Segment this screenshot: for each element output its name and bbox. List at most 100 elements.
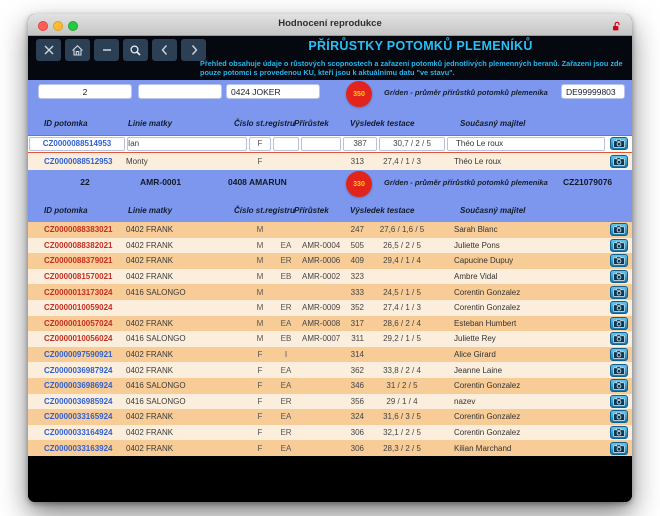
close-icon[interactable]	[36, 39, 61, 61]
minimize-icon[interactable]	[94, 39, 119, 61]
camera-button[interactable]	[610, 410, 628, 423]
offspring-count-field[interactable]: 2	[38, 84, 132, 99]
camera-icon	[613, 300, 625, 315]
offspring-row[interactable]: CZ0000088514953IanF 38730,7 / 2 / 5Théo L…	[28, 135, 632, 153]
offspring-row[interactable]: CZ00000369879240402 FRANKFEA36233,8 / 2 …	[28, 362, 632, 378]
camera-button[interactable]	[610, 395, 628, 408]
test-result-cell[interactable]: 30,7 / 2 / 5	[379, 137, 445, 151]
grade-cell: ER	[272, 428, 300, 437]
registry-number-cell: AMR-0008	[300, 319, 342, 328]
dam-line-cell: 0402 FRANK	[126, 225, 248, 234]
herd-id-field[interactable]: DE99999803	[561, 84, 625, 99]
camera-button[interactable]	[610, 348, 628, 361]
grade-cell[interactable]	[273, 137, 299, 151]
offspring-row[interactable]: CZ00000331649240402 FRANKFER30632,1 / 2 …	[28, 425, 632, 441]
camera-button[interactable]	[610, 239, 628, 252]
grade-cell: EA	[272, 241, 300, 250]
offspring-row[interactable]: CZ00000331639240402 FRANKFEA30628,3 / 2 …	[28, 440, 632, 456]
offspring-row[interactable]: CZ00000369869240416 SALONGOFEA34631 / 2 …	[28, 378, 632, 394]
home-icon[interactable]	[65, 39, 90, 61]
camera-button[interactable]	[610, 442, 628, 455]
offspring-id[interactable]: CZ0000088512953	[28, 157, 126, 166]
offspring-row[interactable]: CZ00000883820210402 FRANKMEAAMR-00045052…	[28, 238, 632, 254]
test-result-cell: 28,6 / 2 / 4	[378, 319, 446, 328]
sire-name-field[interactable]: 0424 JOKER	[226, 84, 320, 99]
offspring-id[interactable]: CZ0000036987924	[28, 366, 126, 375]
camera-button[interactable]	[610, 270, 628, 283]
grade-cell: EA	[272, 412, 300, 421]
offspring-row[interactable]: CZ00000100570240402 FRANKMEAAMR-00083172…	[28, 316, 632, 332]
test-result-cell: 28,3 / 2 / 5	[378, 444, 446, 453]
offspring-table-2: CZ00000883830210402 FRANKM24727,6 / 1,6 …	[28, 222, 632, 456]
offspring-id[interactable]: CZ0000097590921	[28, 350, 126, 359]
daily-gain-cell: 323	[342, 272, 378, 281]
offspring-row[interactable]: CZ00000100560240416 SALONGOMEBAMR-000731…	[28, 331, 632, 347]
sex-cell: M	[248, 241, 272, 250]
offspring-row[interactable]: CZ00000369859240416 SALONGOFER35629 / 1 …	[28, 394, 632, 410]
grade-cell: ER	[272, 303, 300, 312]
owner-cell: Corentin Gonzalez	[446, 381, 606, 390]
offspring-row[interactable]: CZ00000975909210402 FRANKFI314Alice Gira…	[28, 347, 632, 363]
sex-cell: M	[248, 272, 272, 281]
camera-button[interactable]	[610, 254, 628, 267]
owner-cell[interactable]: Théo Le roux	[447, 137, 605, 151]
offspring-id[interactable]: CZ0000036986924	[28, 381, 126, 390]
daily-gain-cell: 317	[342, 319, 378, 328]
offspring-id[interactable]: CZ0000088382021	[28, 241, 126, 250]
offspring-row[interactable]: CZ00000883790210402 FRANKMERAMR-00064092…	[28, 253, 632, 269]
camera-button[interactable]	[610, 379, 628, 392]
owner-cell: Ambre Vidal	[446, 272, 606, 281]
offspring-row[interactable]: CZ00000131730240416 SALONGOM33324,5 / 1 …	[28, 284, 632, 300]
offspring-count-value: 22	[38, 177, 132, 187]
camera-button[interactable]	[610, 364, 628, 377]
owner-cell: Juliette Pons	[446, 241, 606, 250]
camera-icon	[613, 394, 625, 409]
offspring-row[interactable]: CZ00000815700210402 FRANKMEBAMR-0002323A…	[28, 269, 632, 285]
offspring-id[interactable]: CZ0000033164924	[28, 428, 126, 437]
camera-button[interactable]	[610, 301, 628, 314]
offspring-id[interactable]: CZ0000088514953	[29, 137, 125, 151]
search-icon[interactable]	[123, 39, 148, 61]
registry-number-cell[interactable]	[301, 137, 341, 151]
sex-cell: F	[248, 412, 272, 421]
camera-button[interactable]	[610, 332, 628, 345]
offspring-id[interactable]: CZ0000033165924	[28, 412, 126, 421]
dam-line-cell[interactable]: Ian	[127, 137, 247, 151]
sire-name-value: 0408 AMARUN	[228, 177, 287, 187]
back-icon[interactable]	[152, 39, 177, 61]
offspring-id[interactable]: CZ0000033163924	[28, 444, 126, 453]
registry-number-cell: AMR-0004	[300, 241, 342, 250]
offspring-id[interactable]: CZ0000081570021	[28, 272, 126, 281]
camera-button[interactable]	[610, 426, 628, 439]
registry-number-cell: AMR-0009	[300, 303, 342, 312]
offspring-row[interactable]: CZ00000331659240402 FRANKFEA32431,6 / 3 …	[28, 409, 632, 425]
footer-area	[28, 456, 632, 502]
sex-cell[interactable]: F	[249, 137, 271, 151]
offspring-id[interactable]: CZ0000010059024	[28, 303, 126, 312]
camera-button[interactable]	[610, 317, 628, 330]
col-cislo-registru: Číslo st.registru	[234, 119, 295, 128]
sire-summary-2: 22 AMR-0001 0408 AMARUN 330 Gr/den - prů…	[28, 170, 632, 222]
sex-cell: F	[248, 157, 272, 166]
camera-button[interactable]	[610, 155, 628, 168]
camera-button[interactable]	[610, 286, 628, 299]
offspring-id[interactable]: CZ0000088383021	[28, 225, 126, 234]
offspring-row[interactable]: CZ0000088512953MontyF31327,4 / 1 / 3Théo…	[28, 153, 632, 171]
window-title: Hodnocení reprodukce	[28, 18, 632, 29]
daily-gain-cell[interactable]: 387	[343, 137, 377, 151]
offspring-id[interactable]: CZ0000010057024	[28, 319, 126, 328]
offspring-id[interactable]: CZ0000088379021	[28, 256, 126, 265]
forward-icon[interactable]	[181, 39, 206, 61]
daily-gain-cell: 505	[342, 241, 378, 250]
test-result-cell: 31 / 2 / 5	[378, 381, 446, 390]
col-soucasny-majitel: Současný majitel	[460, 206, 525, 215]
offspring-row[interactable]: CZ0000010059024MERAMR-000935227,4 / 1 / …	[28, 300, 632, 316]
test-result-cell: 27,4 / 1 / 3	[378, 157, 446, 166]
camera-button[interactable]	[610, 223, 628, 236]
offspring-row[interactable]: CZ00000883830210402 FRANKM24727,6 / 1,6 …	[28, 222, 632, 238]
camera-button[interactable]	[610, 137, 628, 150]
offspring-id[interactable]: CZ0000010056024	[28, 334, 126, 343]
offspring-id[interactable]: CZ0000036985924	[28, 397, 126, 406]
offspring-id[interactable]: CZ0000013173024	[28, 288, 126, 297]
line-field[interactable]	[138, 84, 222, 99]
